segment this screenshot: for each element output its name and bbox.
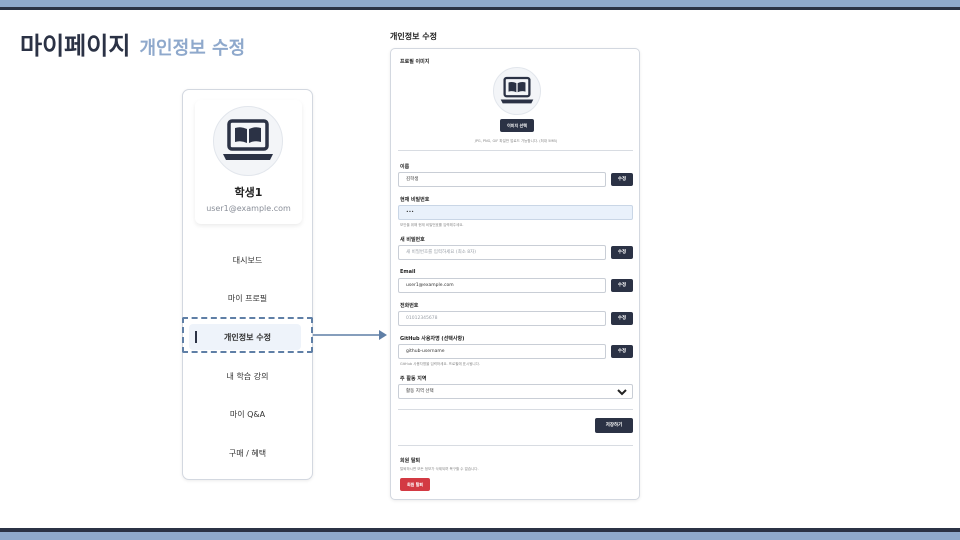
withdraw-label: 회원 탈퇴 xyxy=(400,458,421,464)
phone-label: 전화번호 xyxy=(400,303,419,309)
chevron-down-icon xyxy=(617,389,627,396)
sidebar-item-dashboard[interactable]: 대시보드 xyxy=(183,255,312,266)
region-select[interactable]: 활동 지역 선택 xyxy=(398,384,633,399)
github-edit-button[interactable]: 수정 xyxy=(611,345,633,358)
region-select-value: 활동 지역 선택 xyxy=(406,389,434,394)
new-password-label: 새 비밀번호 xyxy=(400,237,425,243)
withdraw-hint: 탈퇴하시면 모든 정보가 삭제되며 복구할 수 없습니다. xyxy=(400,467,479,471)
highlight-frame xyxy=(182,317,313,353)
divider xyxy=(398,150,633,151)
new-password-input[interactable]: 새 비밀번호를 입력하세요 (최소 8자) xyxy=(398,245,606,260)
phone-edit-button[interactable]: 수정 xyxy=(611,312,633,325)
bottom-accent-bar xyxy=(0,532,960,540)
select-image-button[interactable]: 이미지 선택 xyxy=(500,119,534,132)
slide-title-sub: 개인정보 수정 xyxy=(139,38,246,59)
sidebar-item-my-qna[interactable]: 마이 Q&A xyxy=(183,409,312,420)
profile-summary: 학생1 user1@example.com xyxy=(195,100,302,224)
top-dark-bar xyxy=(0,7,960,10)
save-button[interactable]: 저장하기 xyxy=(595,418,633,433)
user-name: 학생1 xyxy=(234,186,263,199)
slide-title: 마이페이지 개인정보 수정 xyxy=(20,26,245,61)
sidebar-item-my-courses[interactable]: 내 학습 강의 xyxy=(183,371,312,382)
email-input[interactable]: user1@example.com xyxy=(398,278,606,293)
divider xyxy=(398,409,633,410)
region-label: 주 활동 지역 xyxy=(400,376,427,382)
image-hint: JPG, PNG, GIF 파일만 업로드 가능합니다. (최대 5MB) xyxy=(474,139,558,143)
laptop-book-icon xyxy=(500,76,534,104)
name-input[interactable]: 김학생 xyxy=(398,172,606,187)
laptop-book-icon xyxy=(223,119,273,160)
slide: 마이페이지 개인정보 수정 학생1 user1@example.com 대시보드… xyxy=(0,0,960,540)
mypage-sidebar: 학생1 user1@example.com 대시보드 마이 프로필 개인정보 수… xyxy=(182,89,313,480)
current-password-label: 현재 비밀번호 xyxy=(400,197,430,203)
profile-image-label: 프로필 이미지 xyxy=(400,59,430,65)
user-email: user1@example.com xyxy=(206,204,291,213)
email-label: Email xyxy=(400,269,416,275)
current-password-hint: 보안을 위해 현재 비밀번호를 입력해주세요. xyxy=(400,223,464,227)
phone-input[interactable]: 01012345678 xyxy=(398,311,606,326)
avatar xyxy=(213,106,283,176)
email-edit-button[interactable]: 수정 xyxy=(611,279,633,292)
github-hint: GitHub 사용자명을 입력하세요. 프로필에 표시됩니다. xyxy=(400,362,480,366)
withdraw-button[interactable]: 회원 탈퇴 xyxy=(400,478,430,491)
github-input[interactable]: github-username xyxy=(398,344,606,359)
new-password-edit-button[interactable]: 수정 xyxy=(611,246,633,259)
github-label: GitHub 사용자명 (선택사항) xyxy=(400,336,465,342)
name-edit-button[interactable]: 수정 xyxy=(611,173,633,186)
slide-title-main: 마이페이지 xyxy=(20,32,131,60)
form-heading: 개인정보 수정 xyxy=(390,32,437,41)
arrow-right-icon xyxy=(313,330,387,340)
divider xyxy=(398,445,633,446)
top-accent-bar xyxy=(0,0,960,7)
edit-info-form: 프로필 이미지 이미지 선택 JPG, PNG, GIF 파일만 업로드 가능합… xyxy=(390,48,640,500)
current-password-input[interactable]: ••• xyxy=(398,205,633,220)
sidebar-item-my-profile[interactable]: 마이 프로필 xyxy=(183,293,312,304)
form-avatar xyxy=(493,67,541,115)
name-label: 이름 xyxy=(400,164,410,170)
sidebar-item-purchases[interactable]: 구매 / 혜택 xyxy=(183,448,312,459)
